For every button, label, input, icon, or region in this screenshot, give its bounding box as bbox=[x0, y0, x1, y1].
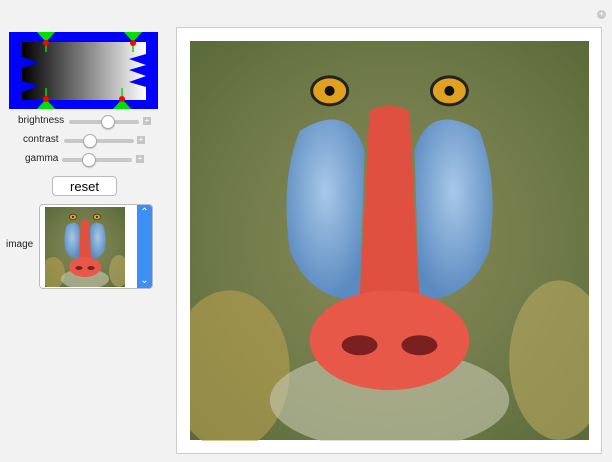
brightness-label: brightness bbox=[18, 115, 65, 126]
scroll-up-icon[interactable]: ⌃ bbox=[137, 207, 152, 218]
reset-button[interactable]: reset bbox=[52, 176, 117, 196]
tone-curve-graphic[interactable] bbox=[9, 32, 158, 109]
image-thumbnail[interactable] bbox=[45, 207, 125, 287]
control-point[interactable] bbox=[43, 96, 49, 102]
output-panel bbox=[176, 27, 602, 454]
brightness-expand-icon[interactable]: + bbox=[143, 117, 151, 125]
gamma-slider[interactable] bbox=[62, 153, 132, 167]
contrast-slider[interactable] bbox=[64, 134, 134, 148]
contrast-expand-icon[interactable]: + bbox=[137, 136, 145, 144]
brightness-slider[interactable] bbox=[69, 115, 139, 129]
add-bookmark-icon[interactable]: + bbox=[597, 10, 606, 19]
control-point[interactable] bbox=[43, 40, 49, 46]
image-label: image bbox=[6, 239, 34, 250]
gamma-expand-icon[interactable]: + bbox=[136, 155, 144, 163]
mandrill-image bbox=[190, 40, 589, 441]
gradient-shape bbox=[22, 42, 146, 100]
brightness-slider-thumb[interactable] bbox=[100, 115, 115, 129]
control-point[interactable] bbox=[130, 40, 136, 46]
image-selector[interactable]: ⌃ ⌄ bbox=[39, 204, 153, 289]
contrast-label: contrast bbox=[23, 134, 59, 145]
scroll-down-icon[interactable]: ⌄ bbox=[137, 275, 152, 286]
gamma-label: gamma bbox=[25, 153, 59, 164]
control-point[interactable] bbox=[119, 96, 125, 102]
contrast-slider-thumb[interactable] bbox=[83, 134, 98, 148]
scrollbar[interactable]: ⌃ ⌄ bbox=[137, 205, 152, 288]
gamma-slider-thumb[interactable] bbox=[82, 153, 97, 167]
